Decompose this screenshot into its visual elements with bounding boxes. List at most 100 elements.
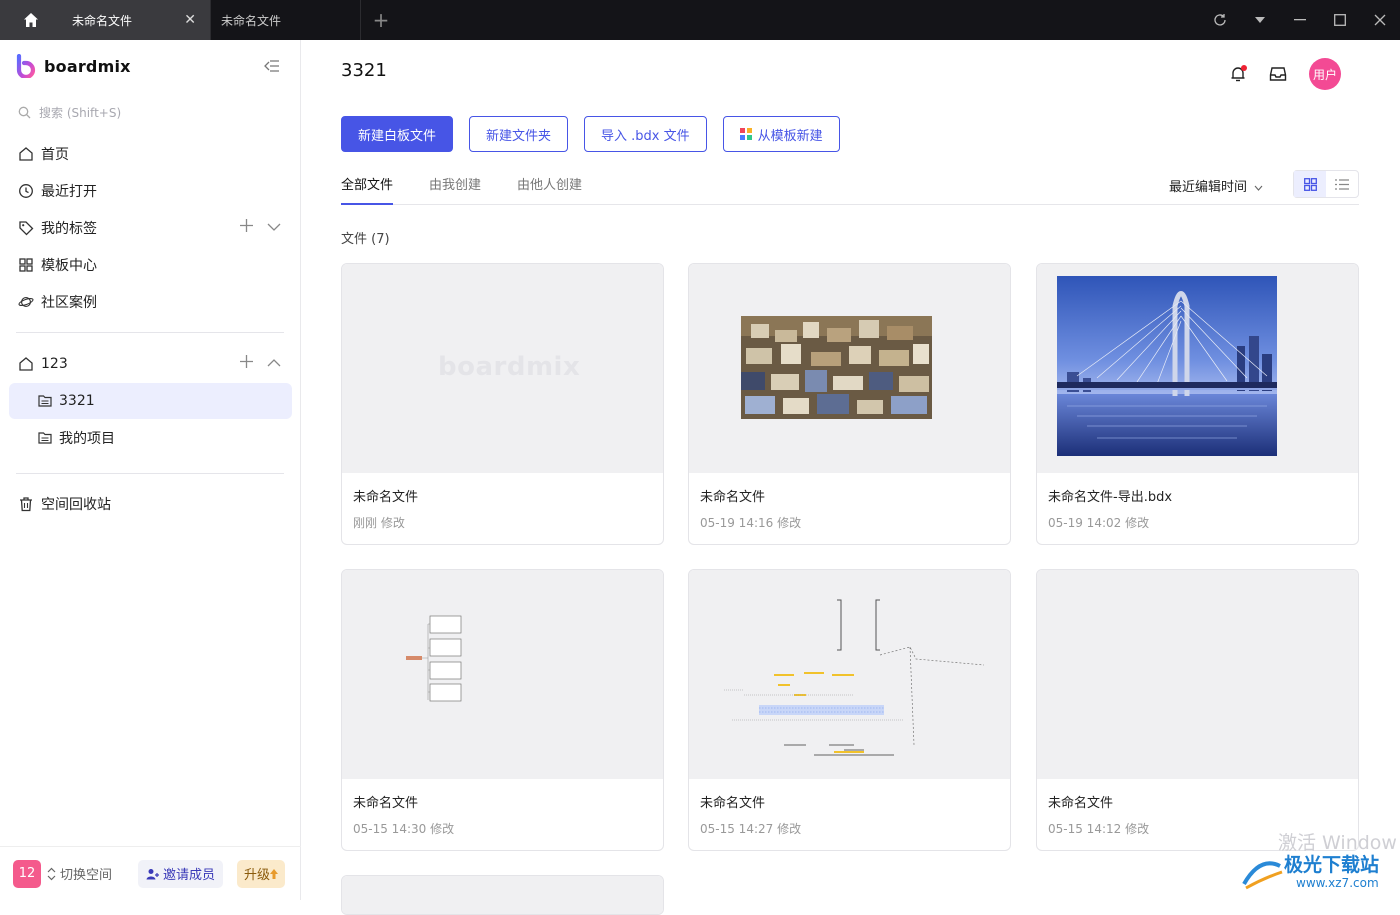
- divider: [16, 473, 284, 474]
- file-card[interactable]: 未命名文件 05-15 14:27 修改: [688, 569, 1011, 851]
- sidebar-item-project-mine[interactable]: 我的项目: [9, 420, 292, 456]
- switch-space-button[interactable]: 切换空间: [47, 864, 112, 883]
- thumbnail-placeholder-logo: boardmix: [438, 352, 581, 382]
- new-board-button[interactable]: 新建白板文件: [341, 116, 454, 152]
- sidebar-item-label: 空间回收站: [41, 496, 111, 513]
- avatar[interactable]: 用户: [1309, 58, 1341, 90]
- chevron-down-icon[interactable]: [267, 219, 281, 236]
- sidebar-item-label: 首页: [41, 146, 69, 163]
- sidebar-item-home[interactable]: 首页: [0, 135, 301, 172]
- home-tab-button[interactable]: [0, 0, 62, 40]
- import-bdx-button[interactable]: 导入 .bdx 文件: [584, 116, 707, 152]
- new-tab-button[interactable]: +: [361, 0, 401, 40]
- sidebar-item-community[interactable]: 社区案例: [0, 283, 301, 320]
- home-icon: [18, 146, 34, 162]
- file-thumbnail: boardmix: [342, 264, 663, 473]
- minimize-icon[interactable]: [1280, 0, 1320, 40]
- sidebar-item-label: 最近打开: [41, 183, 97, 200]
- tab-all-files[interactable]: 全部文件: [341, 174, 394, 205]
- site-watermark: 极光下载站 www.xz7.com: [1240, 850, 1400, 900]
- notification-dot: [1241, 65, 1247, 71]
- from-template-button[interactable]: 从模板新建: [722, 116, 840, 152]
- sidebar-item-tags[interactable]: 我的标签: [0, 209, 301, 246]
- add-project-icon[interactable]: [240, 355, 253, 372]
- upgrade-label: 升级: [244, 868, 271, 883]
- file-modified: 刚刚 修改: [353, 516, 405, 530]
- file-card[interactable]: [341, 875, 664, 915]
- title-bar: 未命名文件 ✕ 未命名文件 +: [0, 0, 1400, 40]
- refresh-icon[interactable]: [1200, 0, 1240, 40]
- bell-icon[interactable]: [1229, 65, 1247, 83]
- clock-icon: [18, 183, 34, 199]
- site-logo-icon: [1242, 861, 1283, 890]
- up-arrow-icon: [270, 868, 279, 879]
- search-icon: [18, 106, 31, 119]
- file-card[interactable]: 未命名文件 05-19 14:16 修改: [688, 263, 1011, 545]
- file-name: 未命名文件: [700, 490, 766, 505]
- user-add-icon: [146, 868, 160, 879]
- space-badge[interactable]: 12: [13, 859, 41, 888]
- close-window-icon[interactable]: [1360, 0, 1400, 40]
- mindmap-sketch: [406, 615, 462, 702]
- file-name: 未命名文件: [353, 490, 419, 505]
- invite-members-button[interactable]: 邀请成员: [138, 859, 224, 888]
- home-icon: [18, 356, 34, 372]
- space-section: 123: [0, 345, 301, 382]
- tab-label: 未命名文件: [221, 13, 282, 28]
- sidebar-item-label: 我的标签: [41, 220, 97, 237]
- collapse-sidebar-icon[interactable]: [264, 58, 280, 77]
- updown-icon: [47, 867, 56, 880]
- boardmix-logo-icon: [16, 54, 36, 78]
- invite-label: 邀请成员: [163, 868, 216, 883]
- close-icon[interactable]: ✕: [184, 12, 196, 28]
- sidebar-footer: 12 切换空间 邀请成员 升级: [0, 846, 301, 900]
- add-tag-icon[interactable]: [240, 219, 253, 236]
- folder-icon: [38, 394, 52, 408]
- view-toggle: [1293, 170, 1359, 198]
- sidebar-item-trash[interactable]: 空间回收站: [0, 485, 301, 522]
- file-name: 未命名文件: [700, 796, 766, 811]
- maximize-icon[interactable]: [1320, 0, 1360, 40]
- tab-label: 未命名文件: [72, 13, 133, 28]
- new-folder-button[interactable]: 新建文件夹: [469, 116, 569, 152]
- chevron-down-icon: [1254, 185, 1263, 191]
- project-label: 我的项目: [59, 431, 115, 447]
- site-name: 极光下载站: [1284, 854, 1380, 876]
- site-url: www.xz7.com: [1296, 876, 1379, 890]
- from-template-label: 从模板新建: [757, 128, 823, 144]
- tab-created-by-me[interactable]: 由我创建: [429, 174, 481, 205]
- sidebar-item-label: 社区案例: [41, 294, 97, 311]
- sort-dropdown[interactable]: 最近编辑时间: [1169, 176, 1263, 195]
- dropdown-icon[interactable]: [1240, 0, 1280, 40]
- inbox-icon[interactable]: [1269, 66, 1287, 82]
- file-modified: 05-19 14:16 修改: [700, 516, 802, 530]
- search-input[interactable]: 搜索 (Shift+S): [18, 104, 121, 121]
- sidebar-item-project-3321[interactable]: 3321: [9, 383, 292, 419]
- list-view-icon[interactable]: [1326, 171, 1358, 197]
- trash-section: 空间回收站: [0, 485, 301, 522]
- file-modified: 05-19 14:02 修改: [1048, 516, 1150, 530]
- switch-space-label: 切换空间: [60, 868, 113, 883]
- sidebar-item-templates[interactable]: 模板中心: [0, 246, 301, 283]
- template-icon: [739, 128, 752, 140]
- file-modified: 05-15 14:27 修改: [700, 822, 802, 836]
- tab-untitled-2[interactable]: 未命名文件: [211, 0, 361, 40]
- file-thumbnail: [689, 570, 1010, 779]
- file-name: 未命名文件: [1048, 796, 1114, 811]
- file-name: 未命名文件-导出.bdx: [1048, 490, 1173, 505]
- file-thumbnail: [1037, 264, 1358, 473]
- grid-view-icon[interactable]: [1294, 171, 1326, 197]
- file-card[interactable]: boardmix 未命名文件 刚刚 修改: [341, 263, 664, 545]
- tab-created-by-others[interactable]: 由他人创建: [517, 174, 582, 205]
- sort-label: 最近编辑时间: [1169, 180, 1248, 195]
- tab-untitled-1[interactable]: 未命名文件 ✕: [62, 0, 211, 40]
- file-card[interactable]: 未命名文件-导出.bdx 05-19 14:02 修改: [1036, 263, 1359, 545]
- file-card[interactable]: 未命名文件 05-15 14:12 修改: [1036, 569, 1359, 851]
- chevron-up-icon[interactable]: [267, 355, 281, 372]
- trash-icon: [18, 496, 34, 512]
- upgrade-button[interactable]: 升级: [237, 859, 286, 888]
- sidebar-item-recent[interactable]: 最近打开: [0, 172, 301, 209]
- file-card[interactable]: 未命名文件 05-15 14:30 修改: [341, 569, 664, 851]
- logo[interactable]: boardmix: [16, 54, 131, 78]
- sidebar-item-space[interactable]: 123: [0, 345, 301, 382]
